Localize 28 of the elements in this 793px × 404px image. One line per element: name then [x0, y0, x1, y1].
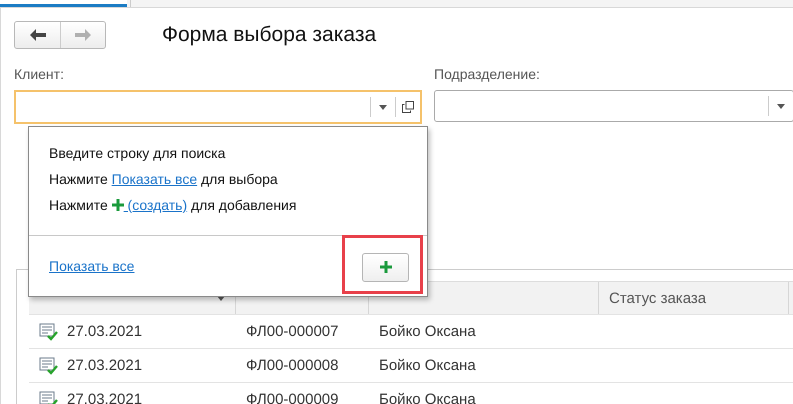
active-tab-indicator[interactable]	[0, 0, 127, 7]
hint-link[interactable]: (создать)	[124, 197, 188, 213]
client-cell: Бойко Оксана	[379, 391, 476, 404]
select-field[interactable]	[434, 90, 793, 122]
hint-text: Нажмите (создать) для добавления	[49, 196, 298, 215]
open-window-icon	[402, 101, 414, 113]
dropdown-caret-icon	[777, 104, 785, 108]
plus-icon	[380, 261, 392, 273]
show-all-link[interactable]: Показать все	[49, 258, 134, 274]
add-button[interactable]	[362, 252, 409, 282]
client-cell: Бойко Оксана	[379, 357, 476, 374]
date-cell: 27.03.2021	[67, 323, 142, 340]
number-cell: ФЛ00-000008	[246, 357, 338, 374]
number-cell: ФЛ00-000007	[246, 323, 338, 340]
field-label: Подразделение:	[434, 66, 541, 84]
date-cell: 27.03.2021	[67, 391, 142, 404]
hint-text: Введите строку для поиска	[49, 144, 226, 163]
date-cell: 27.03.2021	[67, 357, 142, 374]
dropdown-caret-icon	[379, 104, 387, 110]
hint-link[interactable]: Показать все	[112, 171, 198, 187]
column-title: Статус заказа	[609, 290, 706, 306]
hint-text: Нажмите Показать все для выбора	[49, 170, 279, 189]
field-label: Клиент:	[14, 66, 65, 84]
number-cell: ФЛ00-000009	[246, 391, 338, 404]
select-field[interactable]	[14, 90, 422, 124]
plus-icon	[112, 199, 124, 211]
form-title: Форма выбора заказа	[162, 23, 376, 47]
client-cell: Бойко Оксана	[379, 323, 476, 340]
